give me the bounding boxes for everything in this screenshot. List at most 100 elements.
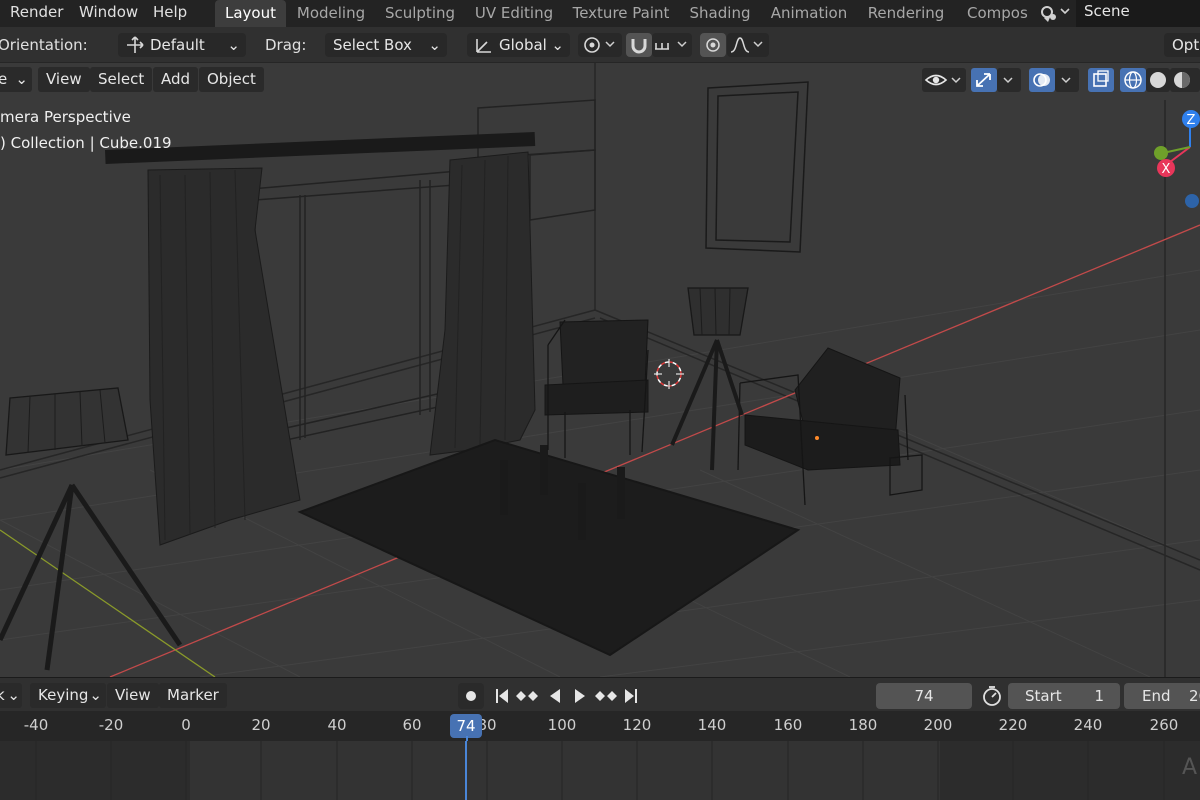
- ruler-tick: 0: [181, 716, 191, 734]
- playback-controls: [458, 683, 637, 709]
- keying-menu[interactable]: Keying ⌄: [30, 683, 106, 708]
- chevron-down-icon: ⌄: [551, 36, 564, 54]
- active-object-text: ) Collection | Cube.019: [0, 134, 172, 152]
- snap-target-dropdown[interactable]: [652, 33, 692, 57]
- ruler-tick: 140: [697, 716, 727, 734]
- pivot-icon: [584, 37, 615, 53]
- chevron-down-icon: [1061, 77, 1071, 84]
- ruler-tick: 120: [622, 716, 652, 734]
- 3d-viewport[interactable]: Z X mera Perspective ) Collection | Cube…: [0, 63, 1200, 677]
- eye-icon: [924, 74, 961, 86]
- viewport-header: e ⌄ View Select Add Object: [0, 63, 1200, 94]
- playhead-frame-label[interactable]: 74: [450, 714, 482, 738]
- chevron-down-icon: [1003, 77, 1013, 84]
- wireframe-sphere-icon: [1124, 71, 1142, 89]
- gizmo-x-label: X: [1162, 162, 1171, 177]
- viewport-info-overlay: mera Perspective ) Collection | Cube.019: [0, 104, 172, 156]
- scene-wireframe: Z X: [0, 63, 1200, 677]
- gizmo-arrows-icon: [976, 73, 991, 87]
- tab-modeling[interactable]: Modeling: [290, 0, 372, 27]
- timeline-ruler[interactable]: -40 -20 0 20 40 60 80 100 120 140 160 18…: [0, 711, 1200, 741]
- snap-increment-icon: [655, 41, 687, 50]
- shading-wireframe-button[interactable]: [1120, 68, 1146, 92]
- magnet-icon: [631, 39, 647, 54]
- scene-name-field[interactable]: Scene: [1076, 0, 1200, 27]
- timeline-grid: [35, 741, 1165, 800]
- current-frame-field[interactable]: 74: [876, 683, 972, 709]
- ruler-tick: 200: [923, 716, 953, 734]
- mode-dropdown[interactable]: e ⌄: [0, 67, 32, 92]
- tab-animation[interactable]: Animation: [763, 0, 855, 27]
- shading-solid-button[interactable]: [1146, 68, 1170, 92]
- menu-render[interactable]: Render: [10, 3, 63, 21]
- timeline-header: k ⌄ Keying ⌄ View Marker 74 Start 1 End …: [0, 677, 1200, 711]
- global-axes-icon: [476, 39, 491, 53]
- ruler-tick: 220: [998, 716, 1028, 734]
- transform-orientation-dropdown[interactable]: Global ⌄: [467, 33, 570, 57]
- start-frame-field[interactable]: Start 1: [1008, 683, 1120, 709]
- menu-object[interactable]: Object: [199, 67, 264, 92]
- top-menu-bar: Render Window Help Layout Modeling Sculp…: [0, 0, 1200, 27]
- ruler-tick: -20: [98, 716, 124, 734]
- overlays-toggle[interactable]: [1029, 68, 1055, 92]
- gizmo-toggle[interactable]: [971, 68, 997, 92]
- stopwatch-icon[interactable]: [979, 683, 1005, 709]
- options-dropdown[interactable]: Opti: [1164, 33, 1200, 57]
- ruler-tick: 40: [327, 716, 347, 734]
- gizmo-z-label: Z: [1187, 113, 1196, 128]
- gizmo-neg-z-handle: [1185, 194, 1199, 208]
- prev-keyframe-icon: [516, 691, 538, 701]
- falloff-dropdown[interactable]: [727, 33, 769, 57]
- overlays-dropdown[interactable]: [1055, 68, 1079, 92]
- menu-select[interactable]: Select: [90, 67, 153, 92]
- tab-uv-editing[interactable]: UV Editing: [469, 0, 559, 27]
- overlays-icon: [1033, 73, 1050, 87]
- ruler-tick: 160: [773, 716, 803, 734]
- ruler-tick: -40: [23, 716, 49, 734]
- orientation-label: Orientation:: [0, 36, 88, 54]
- gizmo-y-handle: [1154, 146, 1168, 160]
- falloff-curve-icon: [730, 37, 763, 53]
- record-icon: [466, 691, 476, 701]
- scene-selector[interactable]: [1036, 0, 1074, 27]
- menu-view[interactable]: View: [38, 67, 90, 92]
- menu-add[interactable]: Add: [153, 67, 199, 92]
- chevron-down-icon: ⌄: [89, 686, 102, 704]
- pivot-point-dropdown[interactable]: [578, 33, 622, 57]
- marker-menu[interactable]: Marker: [159, 683, 227, 708]
- gizmo-dropdown[interactable]: [997, 68, 1021, 92]
- proportional-edit-icon: [706, 38, 720, 52]
- end-frame-field[interactable]: End 26: [1124, 683, 1200, 709]
- timeline-view-menu[interactable]: View: [107, 683, 159, 708]
- ruler-tick: 60: [402, 716, 422, 734]
- tab-rendering[interactable]: Rendering: [861, 0, 951, 27]
- xray-icon: [1093, 70, 1109, 87]
- solid-sphere-icon: [1150, 72, 1166, 88]
- visibility-dropdown[interactable]: [922, 68, 966, 92]
- material-sphere-icon: [1174, 72, 1190, 88]
- tab-sculpting[interactable]: Sculpting: [378, 0, 462, 27]
- play-icon: [575, 689, 585, 703]
- snap-toggle[interactable]: [626, 33, 652, 57]
- tab-shading[interactable]: Shading: [683, 0, 757, 27]
- timeline-track-area[interactable]: A: [0, 741, 1200, 800]
- ruler-tick: 20: [251, 716, 271, 734]
- jump-start-icon: [496, 689, 508, 703]
- orientation-dropdown[interactable]: Default ⌄: [118, 33, 246, 57]
- corner-letter: A: [1182, 755, 1198, 780]
- playback-menu[interactable]: k ⌄: [0, 683, 22, 708]
- menu-help[interactable]: Help: [153, 3, 187, 21]
- ruler-tick: 180: [848, 716, 878, 734]
- tool-header: Orientation: Default ⌄ Drag: Select Box …: [0, 27, 1200, 63]
- tab-compositing[interactable]: Compos: [957, 0, 1032, 27]
- xray-toggle[interactable]: [1088, 68, 1114, 92]
- chevron-down-icon: ⌄: [15, 70, 28, 88]
- tab-texture-paint[interactable]: Texture Paint: [565, 0, 677, 27]
- tab-layout[interactable]: Layout: [215, 0, 286, 27]
- drag-dropdown[interactable]: Select Box ⌄: [325, 33, 447, 57]
- chevron-down-icon: ⌄: [7, 686, 20, 704]
- menu-window[interactable]: Window: [79, 3, 138, 21]
- chevron-down-icon: ⌄: [428, 36, 441, 54]
- proportional-edit-toggle[interactable]: [700, 33, 726, 57]
- shading-material-button[interactable]: [1170, 68, 1200, 92]
